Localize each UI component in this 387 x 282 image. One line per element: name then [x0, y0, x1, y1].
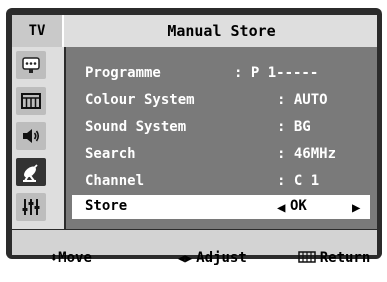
left-right-arrow-icon: ◀▶: [177, 251, 193, 265]
menu-item-label: Store: [85, 198, 128, 214]
menu-item-value: : AUTO: [277, 92, 328, 108]
channel-menu-button[interactable]: [16, 158, 46, 186]
menu-item-store[interactable]: Store ◀ OK ▶: [72, 195, 370, 219]
return-hint: Return: [264, 234, 370, 282]
menu-item-channel[interactable]: Channel : C 1: [66, 169, 377, 195]
menu-item-value: : BG: [277, 119, 311, 135]
sound-menu-button[interactable]: [16, 122, 46, 150]
return-menu-icon: [297, 251, 316, 263]
up-down-arrow-icon: ⬍: [49, 250, 59, 266]
picture-menu-button[interactable]: [16, 87, 46, 115]
menu-item-programme[interactable]: Programme : P 1-----: [66, 61, 377, 87]
adjust-left-arrow-icon[interactable]: ◀: [277, 200, 285, 216]
sound-icon: [23, 129, 40, 143]
store-ok-value: OK: [290, 198, 307, 214]
menu-item-sound-system[interactable]: Sound System : BG: [66, 115, 377, 141]
help-footer: ⬍Move ◀▶ Adjust Return: [12, 230, 377, 266]
menu-item-colour-system[interactable]: Colour System : AUTO: [66, 88, 377, 114]
setup-menu-button[interactable]: [16, 193, 46, 221]
input-icon: [22, 57, 40, 73]
input-menu-button[interactable]: [16, 51, 46, 79]
tv-tab-label: TV: [28, 23, 46, 39]
menu-item-value: : 46MHz: [277, 146, 337, 162]
menu-item-search[interactable]: Search : 46MHz: [66, 142, 377, 168]
return-label: Return: [319, 250, 371, 266]
tv-tab[interactable]: TV: [12, 15, 64, 47]
move-hint: ⬍Move: [16, 234, 92, 282]
adjust-right-arrow-icon[interactable]: ▶: [352, 200, 360, 216]
adjust-hint: ◀▶ Adjust: [144, 234, 247, 282]
adjust-label: Adjust: [196, 250, 247, 266]
picture-icon: [21, 93, 41, 109]
menu-item-label: Channel: [85, 173, 145, 189]
menu-item-label: Colour System: [85, 92, 195, 108]
channel-antenna-icon: [23, 164, 38, 182]
move-label: Move: [58, 250, 92, 266]
menu-item-value: : C 1: [277, 173, 320, 189]
menu-item-label: Search: [85, 146, 136, 162]
menu-item-label: Programme: [85, 65, 161, 81]
menu-item-label: Sound System: [85, 119, 187, 135]
setup-sliders-icon: [22, 199, 40, 215]
menu-item-value: : P 1-----: [234, 65, 319, 81]
menu-title: Manual Store: [167, 22, 276, 40]
